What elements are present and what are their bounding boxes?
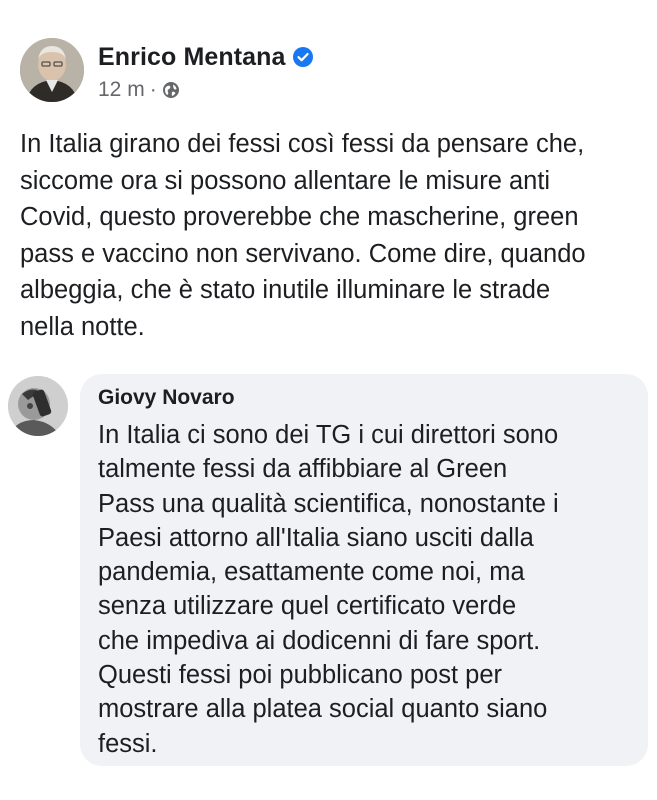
post-text-line: nella notte. (20, 312, 145, 341)
post-text-line: Covid, questo proverebbe che mascherine,… (20, 203, 579, 231)
comment-bubble: Giovy Novaro In Italia ci sono dei TG i … (80, 374, 648, 766)
facebook-post: Enrico Mentana 12 m · In Italia girano d… (0, 0, 657, 800)
comment-text-line: fessi. (98, 729, 158, 758)
comment-text-line: Paesi attorno all'Italia siano usciti da… (98, 523, 534, 552)
comment-text-line: talmente fessi da affibbiare al Green (98, 455, 508, 484)
comment-text-line: senza utilizzare quel certificato verde (98, 592, 517, 621)
verified-badge-icon (292, 47, 313, 67)
post-text-line: In Italia girano dei fessi così fessi da… (20, 130, 585, 158)
post-body: In Italia girano dei fessi così fessi da… (20, 126, 640, 345)
commenter-avatar[interactable] (8, 376, 68, 436)
post-text-line: siccome ora si possono allentare le misu… (20, 166, 551, 195)
comment-text-line: Questi fessi poi pubblicano post per (98, 661, 502, 690)
author-row: Enrico Mentana (98, 42, 313, 72)
comment-text-line: mostrare alla platea social quanto siano (98, 695, 548, 724)
post-text-line: pass e vaccino non servivano. Come dire,… (20, 239, 586, 268)
commenter-name[interactable]: Giovy Novaro (98, 386, 235, 410)
post-text-line: albeggia, che è stato inutile illuminare… (20, 276, 551, 304)
meta-separator: · (149, 78, 157, 101)
comment-text-line: pandemia, esattamente come noi, ma (98, 558, 525, 587)
comment-body: In Italia ci sono dei TG i cui direttori… (98, 418, 638, 761)
post-timestamp[interactable]: 12 m (98, 78, 145, 102)
post-meta: 12 m · (98, 78, 313, 102)
globe-icon (162, 81, 180, 99)
comment-text-line: Pass una qualità scientifica, nonostante… (98, 489, 559, 518)
author-avatar[interactable] (20, 38, 84, 102)
author-name[interactable]: Enrico Mentana (98, 43, 286, 72)
post-header: Enrico Mentana 12 m · (20, 38, 313, 102)
commenter-portrait (8, 376, 68, 436)
author-portrait (20, 38, 84, 102)
comment-text-line: che impediva ai dodicenni di fare sport. (98, 626, 541, 655)
header-text: Enrico Mentana 12 m · (98, 42, 313, 102)
comment-text-line: In Italia ci sono dei TG i cui direttori… (98, 421, 559, 449)
